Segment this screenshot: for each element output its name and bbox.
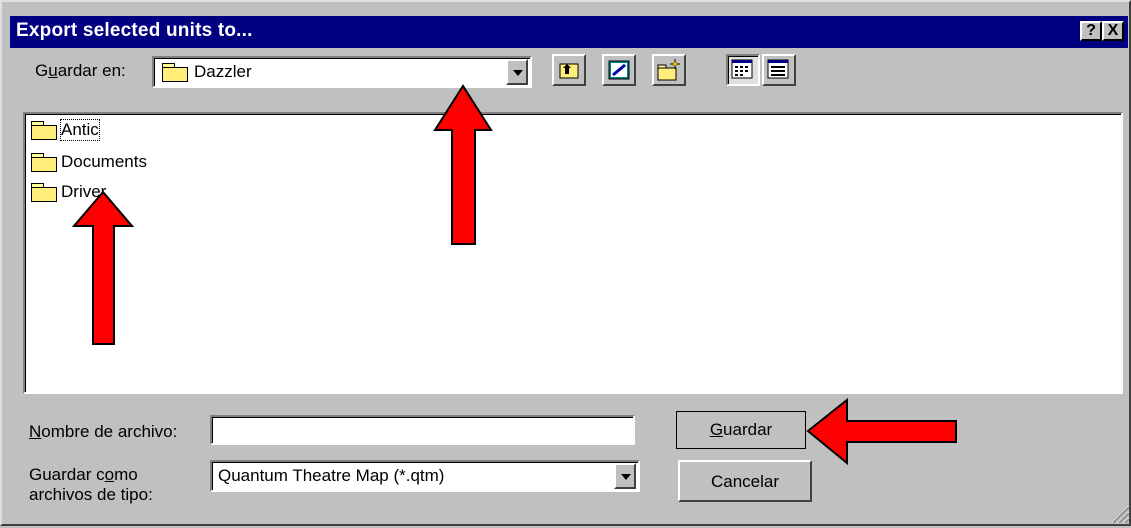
folder-icon: [31, 183, 57, 202]
save-in-combo[interactable]: Dazzler: [152, 56, 532, 88]
filename-label: Nombre de archivo:: [29, 422, 178, 441]
chevron-down-icon[interactable]: [614, 463, 636, 489]
folder-icon: [31, 121, 57, 140]
help-button[interactable]: ?: [1080, 21, 1102, 41]
file-list[interactable]: Antic Documents Driver: [23, 112, 1123, 394]
save-button[interactable]: Guardar: [676, 411, 806, 449]
list-item-label: Documents: [61, 152, 147, 171]
new-folder-icon: [657, 58, 681, 81]
annotation-arrow-left: [806, 397, 957, 466]
up-one-level-icon: [559, 63, 579, 79]
filetype-select[interactable]: Quantum Theatre Map (*.qtm): [210, 460, 640, 492]
current-folder-name: Dazzler: [194, 62, 252, 81]
new-folder-button[interactable]: [652, 54, 686, 86]
desktop-icon: [608, 60, 630, 80]
resize-grip-icon[interactable]: [1110, 504, 1130, 524]
details-view-button[interactable]: [762, 54, 796, 86]
list-view-button[interactable]: [726, 54, 760, 86]
open-folder-icon: [162, 63, 188, 82]
save-in-label: Guardar en:: [35, 61, 126, 80]
title-bar[interactable]: Export selected units to... ? X: [10, 16, 1128, 48]
list-item-label: Driver: [61, 182, 107, 201]
up-one-level-button[interactable]: [552, 54, 586, 86]
filetype-selected-value: Quantum Theatre Map (*.qtm): [218, 466, 445, 485]
chevron-down-icon[interactable]: [506, 59, 528, 85]
save-dialog: Export selected units to... ? X Guardar …: [0, 0, 1131, 526]
desktop-button[interactable]: [602, 54, 636, 86]
list-item-label: Antic: [60, 119, 100, 141]
close-button[interactable]: X: [1102, 21, 1124, 41]
filetype-label: Guardar como archivos de tipo:: [29, 465, 153, 504]
filename-input[interactable]: [210, 415, 635, 445]
list-view-icon: [731, 59, 753, 79]
window-title: Export selected units to...: [16, 20, 253, 41]
folder-icon: [31, 153, 57, 172]
cancel-button[interactable]: Cancelar: [678, 460, 812, 502]
details-view-icon: [767, 59, 789, 79]
